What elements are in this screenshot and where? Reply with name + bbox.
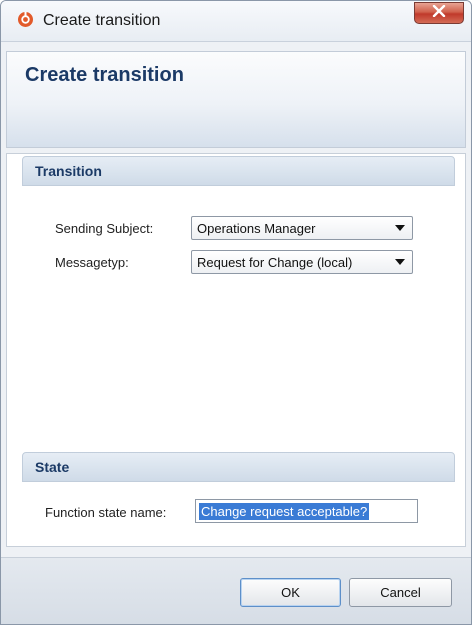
sending-subject-value: Operations Manager bbox=[197, 221, 316, 236]
state-section-header: State bbox=[22, 452, 455, 482]
transition-section-header: Transition bbox=[22, 156, 455, 186]
messagetyp-label: Messagetyp: bbox=[55, 255, 129, 270]
cancel-button[interactable]: Cancel bbox=[349, 578, 452, 607]
function-state-name-input[interactable]: Change request acceptable? bbox=[195, 499, 418, 523]
messagetyp-dropdown[interactable]: Request for Change (local) bbox=[191, 250, 413, 274]
messagetyp-value: Request for Change (local) bbox=[197, 255, 353, 270]
transition-section-title: Transition bbox=[35, 163, 102, 179]
function-state-name-value: Change request acceptable? bbox=[199, 503, 370, 520]
dialog-footer: OK Cancel bbox=[1, 557, 471, 624]
close-button[interactable] bbox=[414, 2, 464, 24]
sending-subject-label: Sending Subject: bbox=[55, 221, 154, 236]
close-x-icon bbox=[432, 4, 446, 22]
dialog-header: Create transition bbox=[6, 51, 466, 148]
dialog-heading: Create transition bbox=[25, 64, 184, 86]
chevron-down-icon bbox=[395, 225, 405, 231]
title-bar[interactable]: Create transition bbox=[1, 1, 471, 42]
app-logo-icon bbox=[17, 11, 34, 28]
state-section-title: State bbox=[35, 459, 70, 475]
dialog-content: Transition Sending Subject: Operations M… bbox=[6, 153, 466, 547]
ok-button[interactable]: OK bbox=[240, 578, 341, 607]
chevron-down-icon bbox=[395, 259, 405, 265]
create-transition-dialog: Create transition Create transition Tran… bbox=[0, 0, 472, 625]
sending-subject-dropdown[interactable]: Operations Manager bbox=[191, 216, 413, 240]
function-state-name-label: Function state name: bbox=[45, 505, 167, 520]
window-title: Create transition bbox=[43, 12, 161, 29]
